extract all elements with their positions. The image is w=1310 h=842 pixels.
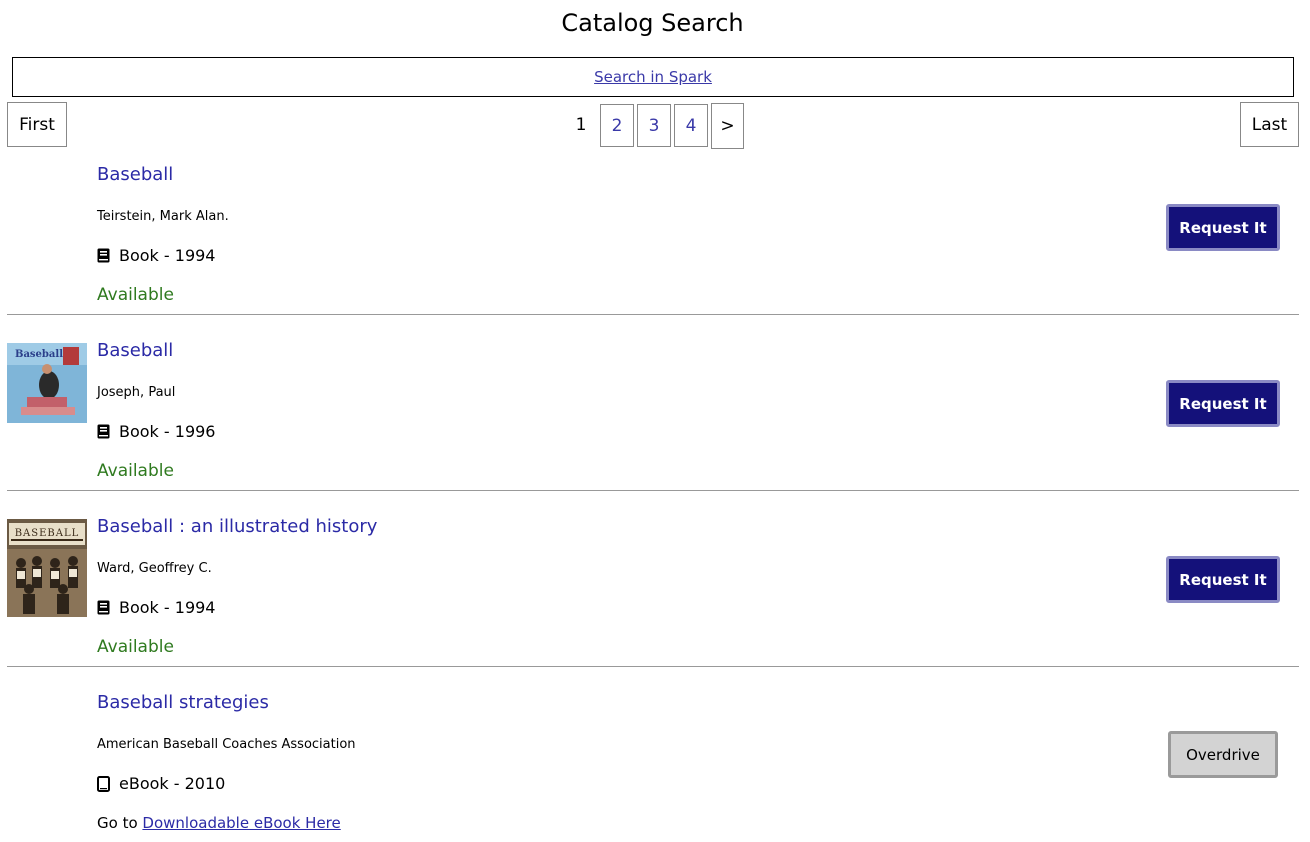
book-cover-thumbnail[interactable]: Baseball — [7, 343, 87, 423]
result-item: Baseball Teirstein, Mark Alan. Book - 19… — [7, 156, 1299, 315]
result-format-label: Book - 1994 — [119, 246, 216, 265]
page-3-button[interactable]: 3 — [637, 104, 671, 147]
search-in-spark-bar: Search in Spark — [12, 57, 1294, 97]
result-format: eBook - 2010 — [97, 774, 225, 793]
current-page: 1 — [575, 115, 587, 135]
result-item: Baseball Baseball Joseph, Paul Book - 19… — [7, 315, 1299, 491]
overdrive-button[interactable]: Overdrive — [1168, 731, 1278, 778]
result-author: American Baseball Coaches Association — [97, 737, 356, 752]
result-title-link[interactable]: Baseball — [97, 164, 173, 185]
result-format: Book - 1996 — [97, 422, 215, 441]
result-title-link[interactable]: Baseball : an illustrated history — [97, 516, 377, 537]
result-item: Baseball strategies American Baseball Co… — [7, 667, 1299, 842]
pagination: 1 2 3 4 > — [568, 103, 747, 149]
result-author: Teirstein, Mark Alan. — [97, 209, 229, 224]
result-format-label: Book - 1994 — [119, 598, 216, 617]
tablet-icon — [97, 775, 110, 792]
availability-status: Available — [97, 461, 174, 481]
search-in-spark-link[interactable]: Search in Spark — [594, 68, 712, 86]
result-format-label: eBook - 2010 — [119, 774, 226, 793]
page-title: Catalog Search — [561, 9, 744, 37]
next-page-button[interactable]: > — [711, 103, 744, 149]
availability-status: Available — [97, 285, 174, 305]
page-4-button[interactable]: 4 — [674, 104, 708, 147]
downloadable-ebook-link[interactable]: Downloadable eBook Here — [142, 814, 340, 832]
request-it-button[interactable]: Request It — [1166, 556, 1280, 603]
first-page-button[interactable]: First — [7, 102, 67, 147]
book-icon — [97, 248, 110, 263]
book-cover-thumbnail[interactable]: BASEBALL — [7, 519, 87, 617]
request-it-button[interactable]: Request It — [1166, 204, 1280, 251]
ebook-link-row: Go to Downloadable eBook Here — [97, 814, 341, 832]
book-icon — [97, 424, 110, 439]
result-author: Ward, Geoffrey C. — [97, 561, 212, 576]
book-icon — [97, 600, 110, 615]
result-title-link[interactable]: Baseball strategies — [97, 692, 269, 713]
page-2-button[interactable]: 2 — [600, 104, 634, 147]
request-it-button[interactable]: Request It — [1166, 380, 1280, 427]
ebook-link-prefix: Go to — [97, 814, 143, 832]
cover-title-text: Baseball — [15, 349, 63, 360]
result-format: Book - 1994 — [97, 246, 215, 265]
result-format-label: Book - 1996 — [119, 422, 216, 441]
last-page-button[interactable]: Last — [1240, 102, 1299, 147]
result-title-link[interactable]: Baseball — [97, 340, 173, 361]
availability-status: Available — [97, 637, 174, 657]
results-list: Baseball Teirstein, Mark Alan. Book - 19… — [7, 156, 1299, 842]
cover-title-text: BASEBALL — [15, 528, 80, 539]
result-format: Book - 1994 — [97, 598, 215, 617]
result-author: Joseph, Paul — [97, 385, 176, 400]
result-item: BASEBALL Baseball : an illustrated histo… — [7, 491, 1299, 667]
